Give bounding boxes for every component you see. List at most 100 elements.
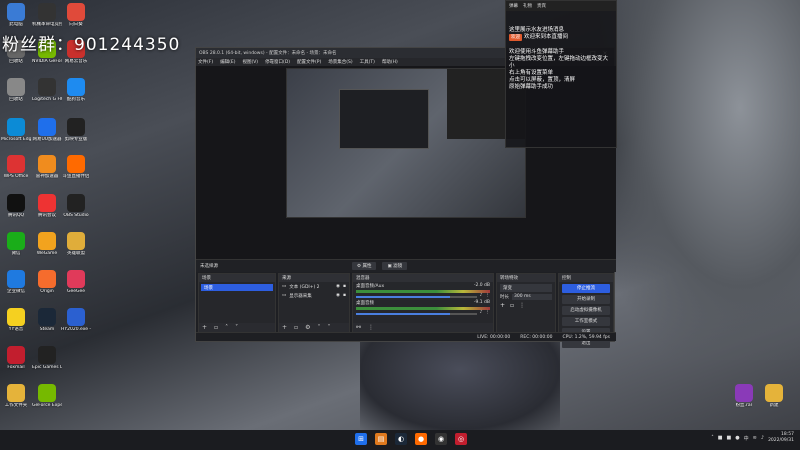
up-icon[interactable]: ˄ — [318, 324, 321, 331]
start-icon[interactable]: ⊞ — [355, 433, 367, 445]
desktop-icon[interactable]: 斗鱼直播伴侣 — [62, 155, 90, 179]
obs-icon[interactable]: ◉ — [435, 433, 447, 445]
app-icon — [7, 3, 25, 21]
desktop-icon[interactable]: 企业微信 — [2, 270, 30, 294]
desktop-icon[interactable]: 雷神加速器 — [33, 155, 61, 179]
steam-icon[interactable]: ◐ — [395, 433, 407, 445]
duration-field[interactable]: 300 ms — [512, 294, 552, 300]
desktop-icon[interactable]: GeForce Experience — [32, 384, 62, 408]
desktop-icon-label: 粉丝.rar — [735, 403, 753, 408]
tab-danmaku[interactable]: 弹幕 — [509, 3, 518, 9]
gear-icon[interactable]: ⚙ — [305, 324, 310, 331]
add-icon[interactable]: + — [202, 324, 207, 331]
menu-tools[interactable]: 工具(T) — [360, 59, 375, 65]
stop-streaming-button[interactable]: 停止推流 — [562, 284, 610, 293]
trash-icon[interactable]: ▫ — [294, 324, 298, 331]
up-icon[interactable]: ˄ — [225, 324, 228, 331]
tab-gifts[interactable]: 礼物 — [523, 3, 532, 9]
lock-icon[interactable]: ▪ — [343, 293, 346, 298]
add-icon[interactable]: + — [500, 302, 505, 309]
desktop-icon[interactable]: 腾讯会议 — [33, 194, 61, 218]
source-item[interactable]: ▭ 文本 (GDI+) 2 ◉ ▪ — [279, 282, 349, 291]
more-icon[interactable]: ⋮ — [486, 310, 491, 315]
desktop-icon[interactable]: WeGame — [33, 232, 61, 256]
desktop-icon[interactable]: 工作文件夹 — [2, 384, 30, 408]
down-icon[interactable]: ˅ — [328, 324, 331, 331]
more-icon[interactable]: ⋮ — [519, 302, 525, 309]
speaker-icon[interactable]: ♪ — [480, 310, 483, 315]
desktop-icon[interactable]: YY语音 — [2, 308, 30, 332]
desktop-icon[interactable]: GeeGee — [62, 270, 90, 294]
studio-mode-button[interactable]: 工作室模式 — [562, 317, 610, 326]
desktop-icon-label: Steam — [39, 327, 55, 332]
danmaku-panel[interactable]: 弹幕 礼物 贵宾 这里展示水友进场消息 欢迎 欢迎来到本直播间 欢迎使用斗鱼弹幕助… — [505, 0, 617, 148]
explorer-icon[interactable]: ▤ — [375, 433, 387, 445]
desktop-icon[interactable]: Logitech G HUB — [32, 78, 62, 102]
transition-select[interactable]: 渐变 — [500, 284, 552, 292]
desktop-icon[interactable]: Steam — [33, 308, 61, 332]
desktop-icon[interactable]: Origin — [33, 270, 61, 294]
clock[interactable]: 18:57 2022/09/31 — [768, 432, 794, 444]
desktop-icon-label: Origin — [40, 289, 54, 294]
menu-file[interactable]: 文件(F) — [198, 59, 213, 65]
lock-icon[interactable]: ▪ — [343, 284, 346, 289]
more-icon[interactable]: ⋮ — [368, 324, 374, 331]
desktop-icon[interactable]: 网易UU加速器 — [32, 118, 62, 142]
app-icon — [38, 3, 56, 21]
tray-app-icon[interactable]: ■ — [727, 435, 732, 441]
desktop-icon[interactable]: HY2020.exe - 快捷方式 — [61, 308, 91, 332]
desktop-icon[interactable]: Microsoft Edge — [1, 118, 31, 142]
link-icon[interactable]: ⚯ — [356, 324, 361, 331]
menu-profile[interactable]: 配置文件(P) — [297, 59, 321, 65]
desktop-icon[interactable]: WPS Office — [2, 155, 30, 179]
tray-chevron-icon[interactable]: ˄ — [711, 435, 714, 441]
wifi-icon[interactable]: ≋ — [753, 435, 757, 441]
source-item[interactable]: ▭ 显示器采集 ◉ ▪ — [279, 291, 349, 300]
scenes-dock: 场景 场景 + ▫ ˄ ˅ — [198, 273, 276, 333]
desktop-icon[interactable]: Foxmail — [2, 346, 30, 370]
desktop-icon[interactable]: 此电脑 — [2, 3, 30, 27]
properties-button[interactable]: ⚙ 属性 — [352, 262, 377, 270]
browser-icon[interactable]: ◎ — [455, 433, 467, 445]
tray-app-icon[interactable]: ■ — [718, 435, 723, 441]
menu-scene-collection[interactable]: 场景集合(S) — [328, 59, 352, 65]
speaker-icon[interactable]: ♪ — [480, 293, 483, 298]
desktop-icon[interactable]: 回收站 — [2, 78, 30, 102]
desktop-icon[interactable]: 机械革命电竞控制台 — [32, 3, 62, 27]
menu-view[interactable]: 视图(V) — [242, 59, 258, 65]
menu-edit[interactable]: 编辑(E) — [220, 59, 235, 65]
menu-help[interactable]: 帮助(H) — [382, 59, 398, 65]
virtual-camera-button[interactable]: 启动虚拟摄像机 — [562, 306, 610, 315]
desktop-icon[interactable]: 英雄联盟 — [62, 232, 90, 256]
chat-tabs: 弹幕 礼物 贵宾 — [506, 1, 616, 11]
volume-icon[interactable]: ♪ — [761, 435, 764, 441]
trash-icon[interactable]: ▫ — [510, 302, 514, 309]
volume-slider[interactable] — [356, 295, 477, 298]
desktop-icon[interactable]: Epic Games Launcher — [32, 346, 62, 370]
filters-button[interactable]: ▣ 滤镜 — [382, 262, 408, 270]
trash-icon[interactable]: ▫ — [214, 324, 218, 331]
desktop-icon[interactable]: OBS Studio — [62, 194, 90, 218]
volume-slider[interactable] — [356, 312, 477, 315]
scene-item[interactable]: 场景 — [201, 284, 273, 291]
down-icon[interactable]: ˅ — [235, 324, 238, 331]
more-icon[interactable]: ⋮ — [486, 293, 491, 298]
desktop-icon[interactable]: 腾讯QQ — [2, 194, 30, 218]
desktop-icon[interactable]: 粉丝.rar — [730, 384, 758, 408]
desktop-icon[interactable]: 剪映专业版 — [62, 118, 90, 142]
ime-icon[interactable]: 中 — [744, 435, 749, 442]
obs-context-bar: 未选择源 ⚙ 属性 ▣ 滤镜 — [196, 259, 616, 272]
eye-icon[interactable]: ◉ — [336, 284, 340, 289]
douyu-icon[interactable]: ● — [415, 433, 427, 445]
desktop-icon[interactable]: 向日葵 — [62, 3, 90, 27]
tray-app-icon[interactable]: ● — [735, 435, 739, 441]
desktop-icon-label: Microsoft Edge — [1, 137, 31, 142]
desktop-icon[interactable]: 新建 — [760, 384, 788, 408]
menu-docks[interactable]: 停靠窗口(D) — [265, 59, 290, 65]
add-icon[interactable]: + — [282, 324, 287, 331]
desktop-icon[interactable]: 微信 — [2, 232, 30, 256]
eye-icon[interactable]: ◉ — [336, 293, 340, 298]
start-recording-button[interactable]: 开始录制 — [562, 295, 610, 304]
tab-vip[interactable]: 贵宾 — [537, 3, 546, 9]
desktop-icon[interactable]: 酷狗音乐 — [62, 78, 90, 102]
